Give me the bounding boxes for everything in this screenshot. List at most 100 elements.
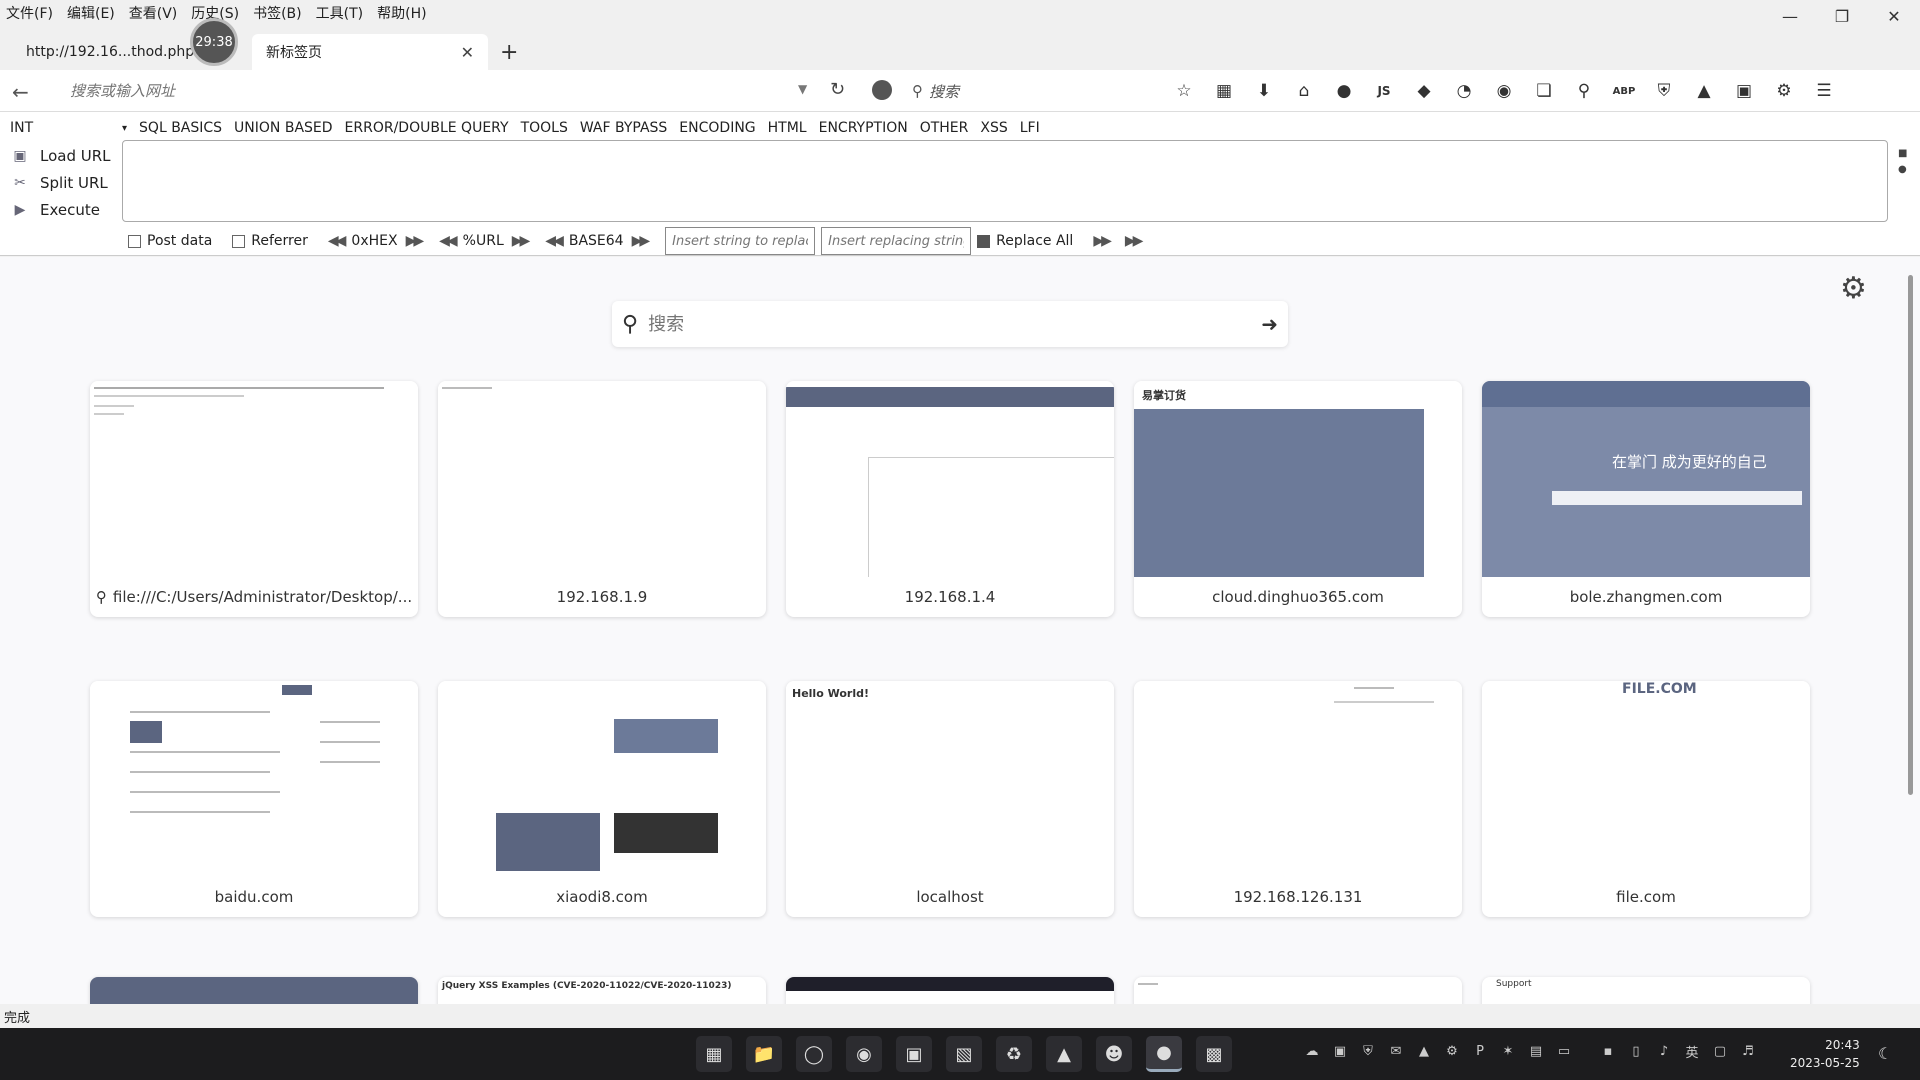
replace-from-input[interactable] <box>665 227 816 255</box>
volume-icon[interactable]: ♬ <box>1740 1042 1756 1060</box>
menu-bookmarks[interactable]: 书签(B) <box>253 3 302 23</box>
split-url-button[interactable]: ✂ Split URL <box>10 169 111 196</box>
start-icon[interactable]: ▦ <box>696 1036 732 1072</box>
referrer-checkbox[interactable]: Referrer <box>232 233 308 249</box>
encode-left-arrow-icon[interactable]: ◀◀ <box>545 233 563 249</box>
pocket-icon[interactable]: ▣ <box>1730 78 1758 104</box>
js-icon[interactable]: JS <box>1370 78 1398 104</box>
phone-icon[interactable]: ▯ <box>1628 1042 1644 1060</box>
url-dropdown-icon[interactable]: ▼ <box>798 82 807 96</box>
top-site-tile[interactable]: ⚲ file:///C:/Users/Administrator/Desktop… <box>90 381 418 617</box>
menu-help[interactable]: 帮助(H) <box>377 3 426 23</box>
clock[interactable]: 20:43 2023-05-25 <box>1790 1036 1860 1072</box>
menu-edit[interactable]: 编辑(E) <box>67 3 115 23</box>
hackbar-menu-item[interactable]: SQL BASICS <box>139 120 222 136</box>
notification-icon[interactable]: ☾ <box>1878 1044 1892 1063</box>
gear-tray-icon[interactable]: ⚙ <box>1444 1042 1460 1060</box>
newtab-search-input[interactable] <box>648 313 1262 335</box>
replace-to-input[interactable] <box>821 227 972 255</box>
encode-right-arrow-icon[interactable]: ▶▶ <box>512 233 530 249</box>
type-select[interactable]: INT <box>10 120 110 136</box>
top-site-tile[interactable]: 易掌订货 cloud.dinghuo365.com <box>1134 381 1462 617</box>
hackbar-menu-item[interactable]: WAF BYPASS <box>580 120 667 136</box>
screenshot-icon[interactable]: ❏ <box>1530 78 1558 104</box>
adblock-icon[interactable]: ABP <box>1610 78 1638 104</box>
encode-right-arrow-icon[interactable]: ▶▶ <box>406 233 424 249</box>
profile-icon[interactable]: ● <box>1330 78 1358 104</box>
top-site-tile[interactable]: xiaodi8.com <box>438 681 766 917</box>
phpstorm-icon[interactable]: ▧ <box>946 1036 982 1072</box>
firefox-icon[interactable]: ● <box>1146 1036 1182 1072</box>
microphone-icon[interactable]: ♪ <box>1656 1042 1672 1060</box>
tab-new-tab[interactable]: 新标签页 ✕ <box>252 34 488 70</box>
replace-all-checkbox[interactable]: Replace All <box>977 233 1073 249</box>
shield-icon[interactable]: ⛨ <box>1650 78 1678 104</box>
hackbar-url-textarea[interactable] <box>122 140 1888 222</box>
ime-settings-icon[interactable]: ▪ <box>1600 1042 1616 1060</box>
tab-close-icon[interactable]: ✕ <box>461 43 474 62</box>
capture-icon[interactable]: ▣ <box>1332 1042 1348 1060</box>
select-chevron-down-icon[interactable]: ▾ <box>122 123 127 134</box>
menu-file[interactable]: 文件(F) <box>6 3 53 23</box>
hackbar-menu-item[interactable]: HTML <box>768 120 807 136</box>
edge-icon[interactable]: ◯ <box>796 1036 832 1072</box>
menu-view[interactable]: 查看(V) <box>129 3 178 23</box>
top-site-tile[interactable]: 192.168.1.9 <box>438 381 766 617</box>
mask-icon[interactable]: ◉ <box>1490 78 1518 104</box>
replace-back-arrow-icon[interactable]: ▶▶ <box>1125 233 1143 249</box>
url-input[interactable] <box>70 76 810 106</box>
photos-icon[interactable]: ▲ <box>1046 1036 1082 1072</box>
recycle-icon[interactable]: ♻ <box>996 1036 1032 1072</box>
p-tray-icon[interactable]: P <box>1472 1042 1488 1060</box>
ime-label[interactable]: 英 <box>1684 1042 1700 1061</box>
hackbar-menu-item[interactable]: XSS <box>980 120 1007 136</box>
extension-icon[interactable]: ◆ <box>1410 78 1438 104</box>
gear-icon[interactable]: ⚙ <box>1840 271 1867 306</box>
top-site-tile[interactable]: baidu.com <box>90 681 418 917</box>
top-site-tile[interactable]: FILE.COM file.com <box>1482 681 1810 917</box>
post-data-checkbox[interactable]: Post data <box>128 233 212 249</box>
network-icon[interactable]: ▭ <box>1556 1042 1572 1060</box>
qq-icon[interactable]: ☻ <box>1096 1036 1132 1072</box>
library-icon[interactable]: ▦ <box>1210 78 1238 104</box>
top-site-tile[interactable]: 在掌门 成为更好的自己 bole.zhangmen.com <box>1482 381 1810 617</box>
explorer-icon[interactable]: 📁 <box>746 1036 782 1072</box>
top-site-tile[interactable]: 192.168.1.4 <box>786 381 1114 617</box>
reload-icon[interactable]: ↻ <box>830 79 845 100</box>
reader-icon[interactable] <box>872 80 892 100</box>
execute-button[interactable]: ▶ Execute <box>10 196 111 223</box>
vertical-scrollbar[interactable] <box>1908 275 1913 795</box>
star-icon[interactable]: ☆ <box>1170 78 1198 104</box>
hat-icon[interactable]: ▲ <box>1690 78 1718 104</box>
shield-tray-icon[interactable]: ⛨ <box>1360 1042 1376 1060</box>
encode-left-arrow-icon[interactable]: ◀◀ <box>328 233 346 249</box>
cloud-icon[interactable]: ☁ <box>1304 1042 1320 1060</box>
arrow-right-icon[interactable]: ➜ <box>1261 312 1278 336</box>
hackbar-menu-item[interactable]: UNION BASED <box>234 120 333 136</box>
store-icon[interactable]: ▣ <box>896 1036 932 1072</box>
hackbar-menu-item[interactable]: ENCODING <box>679 120 755 136</box>
chat-icon[interactable]: ✉ <box>1388 1042 1404 1060</box>
menu-icon[interactable]: ☰ <box>1810 78 1838 104</box>
display-icon[interactable]: ▢ <box>1712 1042 1728 1060</box>
hackbar-menu-item[interactable]: OTHER <box>920 120 969 136</box>
terminal-icon[interactable]: ▩ <box>1196 1036 1232 1072</box>
newtab-search-box[interactable]: ⚲ ➜ <box>612 301 1288 347</box>
hackbar-menu-item[interactable]: LFI <box>1020 120 1040 136</box>
top-site-tile[interactable]: 192.168.126.131 <box>1134 681 1462 917</box>
monitor-icon[interactable]: ▤ <box>1528 1042 1544 1060</box>
replace-forward-arrow-icon[interactable]: ▶▶ <box>1093 233 1111 249</box>
menu-tools[interactable]: 工具(T) <box>316 3 363 23</box>
encode-right-arrow-icon[interactable]: ▶▶ <box>632 233 650 249</box>
back-arrow-icon[interactable]: ← <box>12 80 29 104</box>
toolbar-search-box[interactable]: ⚲ 搜索 <box>912 78 1112 104</box>
hat-tray-icon[interactable]: ▲ <box>1416 1042 1432 1060</box>
load-url-button[interactable]: ▣ Load URL <box>10 142 110 169</box>
encode-left-arrow-icon[interactable]: ◀◀ <box>439 233 457 249</box>
account-icon[interactable]: ⚙ <box>1770 78 1798 104</box>
top-site-tile[interactable]: Hello World! localhost <box>786 681 1114 917</box>
hackbar-menu-item[interactable]: TOOLS <box>521 120 568 136</box>
sparkle-icon[interactable]: ✶ <box>1500 1042 1516 1060</box>
hackbar-menu-item[interactable]: ENCRYPTION <box>819 120 908 136</box>
chrome-icon[interactable]: ◉ <box>846 1036 882 1072</box>
